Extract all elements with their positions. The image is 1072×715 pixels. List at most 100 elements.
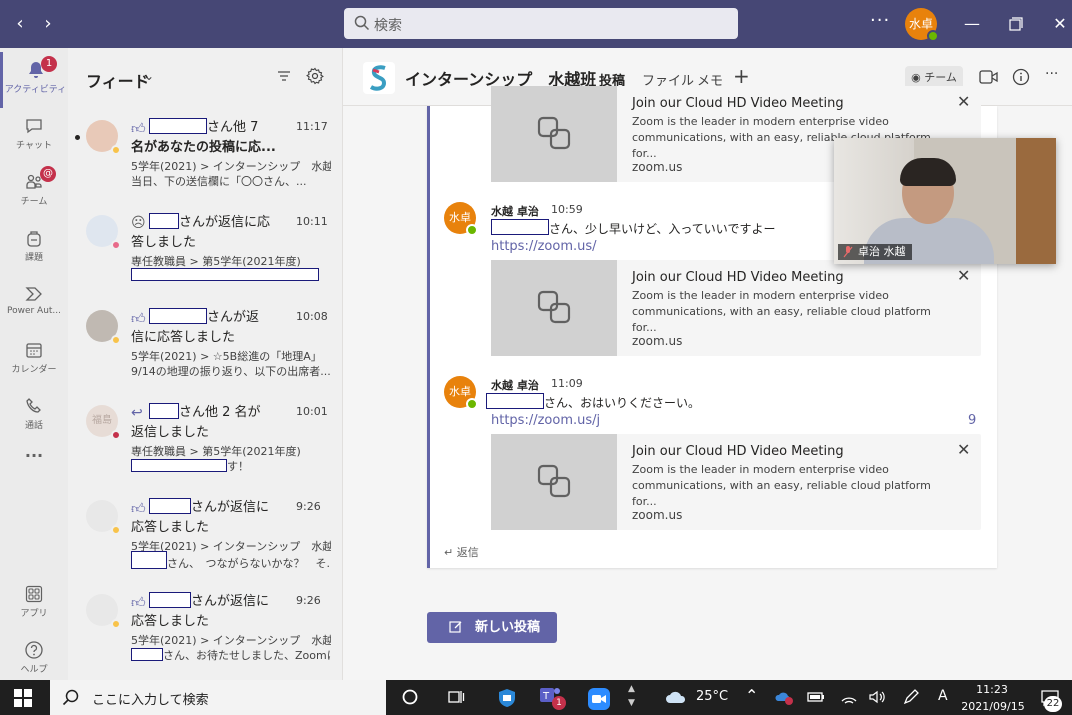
profile-avatar[interactable]: 水卓: [905, 8, 939, 42]
weather-temperature[interactable]: 25°C: [696, 689, 728, 704]
feed-item[interactable]: 👍︎ さん他 7 名があなたの投稿に応... 11:17 5学年(2021) > …: [68, 118, 342, 210]
notification-count: 22: [1044, 696, 1062, 712]
feed-item[interactable]: 福島 ↩ さん他 2 名が 返信しました 10:01 専任教職員 > 第5学年(2…: [68, 403, 342, 495]
avatar[interactable]: 水卓: [444, 202, 478, 236]
rail-item-calendar[interactable]: カレンダー: [0, 332, 68, 388]
feed-item[interactable]: 👍︎ さんが返 信に応答しました 10:08 5学年(2021) > ☆5B総進の…: [68, 308, 342, 400]
windows-start-icon[interactable]: [14, 689, 32, 707]
message-link[interactable]: https://zoom.us/: [491, 239, 597, 254]
svg-text:T: T: [542, 691, 550, 702]
team-button-label: チーム: [924, 71, 957, 84]
link-preview-title: Join our Cloud HD Video Meeting: [632, 96, 844, 111]
reply-arrow-icon: ↵: [444, 546, 454, 559]
show-hidden-icons-icon[interactable]: ⌃: [745, 686, 758, 705]
redacted-name: [486, 393, 544, 409]
filter-icon[interactable]: [276, 68, 292, 84]
security-shield-icon[interactable]: [497, 688, 517, 708]
feed-item[interactable]: ☹ さんが返信に応 答しました 10:11 専任教職員 > 第5学年(2021年度…: [68, 213, 342, 305]
feed-item-preview: さん、 つながらないかな？ そ...: [167, 557, 331, 570]
battery-icon[interactable]: [806, 688, 826, 706]
channel-more-icon[interactable]: ···: [1045, 66, 1058, 82]
video-participant-name: 卓治 水越: [858, 245, 906, 258]
minimize-icon[interactable]: —: [958, 10, 986, 38]
more-options-icon[interactable]: ···: [870, 10, 890, 31]
message-author: 水越 卓治: [491, 379, 539, 392]
video-call-preview[interactable]: 卓治 水越: [834, 138, 1056, 264]
maximize-icon[interactable]: [1002, 10, 1030, 38]
activity-feed-panel: フィード ⌄ 👍︎ さん他 7 名があなたの投稿に応... 11:17 5学年(2…: [68, 48, 343, 680]
feed-item-title-2: 応答しました: [131, 614, 210, 629]
redacted-name: [149, 592, 191, 608]
rail-item-teams[interactable]: チーム @: [0, 164, 68, 220]
search-icon: [354, 15, 370, 31]
zoom-app-icon[interactable]: [588, 688, 610, 710]
forward-arrow-icon[interactable]: ›: [36, 12, 60, 36]
feed-item-time: 11:17: [296, 120, 328, 133]
weather-cloud-icon[interactable]: [664, 688, 688, 706]
rail-more-apps[interactable]: ···: [0, 446, 68, 476]
add-tab-icon[interactable]: +: [733, 64, 750, 88]
feed-item-title: さんが返信に応: [179, 215, 271, 230]
info-icon[interactable]: [1012, 68, 1030, 86]
onedrive-icon[interactable]: [774, 688, 794, 706]
link-preview-card[interactable]: Join our Cloud HD Video Meeting Zoom is …: [491, 260, 981, 356]
close-window-icon[interactable]: ✕: [1046, 10, 1072, 38]
gear-icon[interactable]: [306, 67, 324, 85]
rail-item-activity[interactable]: アクティビティ 1: [0, 52, 68, 108]
redacted-name: [149, 498, 191, 514]
close-icon[interactable]: ✕: [957, 440, 970, 459]
rail-item-chat[interactable]: チャット: [0, 108, 68, 164]
compose-icon: [449, 621, 462, 633]
task-view-icon[interactable]: [447, 688, 465, 706]
taskbar-scroll-arrows[interactable]: ▲ ▼: [628, 682, 635, 710]
feed-title[interactable]: フィード: [86, 68, 150, 92]
reply-button[interactable]: ↵ 返信: [444, 544, 479, 560]
redacted-name: [149, 213, 179, 229]
feed-item[interactable]: 👍︎ さんが返信に 応答しました 9:26 5学年(2021) > インターンシッ…: [68, 498, 342, 590]
ime-indicator[interactable]: A: [938, 688, 948, 704]
message-time: 11:09: [551, 377, 583, 390]
rail-item-apps[interactable]: アプリ: [0, 576, 68, 632]
rail-label: 通話: [24, 421, 43, 431]
new-post-button[interactable]: 新しい投稿: [427, 612, 557, 643]
app-rail: アクティビティ 1 チャット チーム @ 課題 Power Aut... カレン…: [0, 48, 68, 680]
profile-avatar-text: 水卓: [908, 17, 933, 31]
taskbar-search-input[interactable]: ここに入力して検索: [50, 680, 386, 715]
feed-item-title-2: 名があなたの投稿に応...: [131, 140, 276, 155]
feed-item-location: 5学年(2021) > インターンシップ 水越班: [131, 634, 331, 647]
pen-icon[interactable]: [902, 688, 920, 706]
link-icon: [537, 116, 571, 150]
feed-item-title: さん他 7: [207, 120, 259, 135]
redacted-name: [491, 219, 549, 235]
feed-item[interactable]: 👍︎ さんが返信に 応答しました 9:26 5学年(2021) > インターンシッ…: [68, 592, 342, 684]
close-icon[interactable]: ✕: [957, 266, 970, 285]
link-preview-card[interactable]: Join our Cloud HD Video Meeting Zoom is …: [491, 434, 981, 530]
link-preview-thumbnail: [491, 86, 617, 182]
search-input[interactable]: 検索: [344, 8, 738, 39]
rail-label: 課題: [24, 253, 43, 263]
cortana-icon[interactable]: [401, 688, 419, 706]
rail-item-assignments[interactable]: 課題: [0, 220, 68, 276]
message-link-tail[interactable]: 9: [968, 413, 976, 428]
clock-time[interactable]: 11:23: [962, 683, 1022, 697]
redacted-preview: [131, 551, 167, 569]
chevron-down-icon[interactable]: ⌄: [144, 69, 154, 83]
taskbar-teams-app[interactable]: T 1: [538, 684, 568, 712]
reply-label: 返信: [456, 546, 479, 559]
clock-date[interactable]: 2021/09/15: [956, 700, 1030, 713]
back-arrow-icon[interactable]: ‹: [8, 12, 32, 36]
volume-icon[interactable]: [868, 688, 886, 706]
team-logo: [363, 62, 395, 94]
video-camera-icon[interactable]: [979, 68, 999, 86]
feed-item-title: さんが返信に: [191, 594, 270, 609]
avatar: [86, 594, 121, 629]
wifi-icon[interactable]: [840, 688, 858, 706]
avatar-text: 水卓: [449, 385, 471, 398]
rail-item-calls[interactable]: 通話: [0, 388, 68, 444]
mic-muted-icon: [843, 246, 853, 258]
action-center-button[interactable]: 22: [1040, 688, 1062, 712]
close-icon[interactable]: ✕: [957, 92, 970, 111]
avatar[interactable]: 水卓: [444, 376, 478, 410]
rail-item-power-automate[interactable]: Power Aut...: [0, 276, 68, 332]
message-link[interactable]: https://zoom.us/j: [491, 413, 600, 428]
